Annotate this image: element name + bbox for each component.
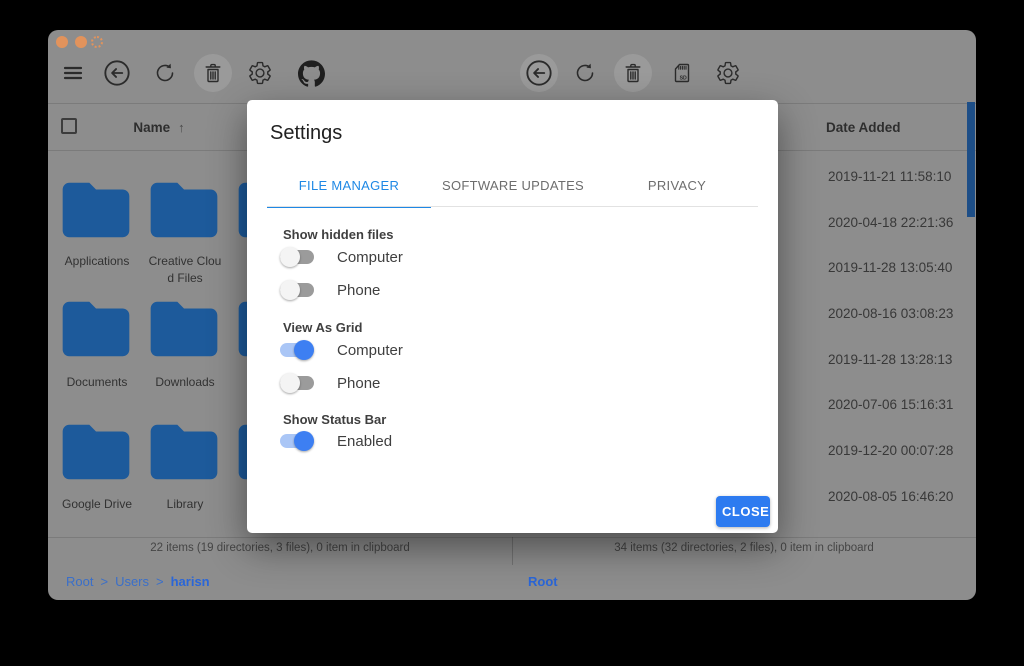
dialog-title: Settings — [270, 122, 342, 145]
name-column-label: Name — [133, 120, 170, 135]
section-heading-view-as-grid: View As Grid — [283, 320, 362, 335]
settings-dialog: Settings FILE MANAGER SOFTWARE UPDATES P… — [247, 100, 778, 533]
breadcrumb-item-users[interactable]: Users — [115, 574, 149, 589]
screen-background: SD Name ↑ Date Added Applications Creativ… — [0, 0, 1024, 666]
date-cell: 2019-11-21 11:58:10 — [828, 154, 974, 200]
date-cell: 2020-07-06 15:16:31 — [828, 382, 974, 428]
breadcrumb-item-root[interactable]: Root — [66, 574, 93, 589]
folder-label[interactable]: Applications — [53, 253, 141, 270]
status-text-right: 34 items (32 directories, 2 files), 0 it… — [512, 542, 976, 554]
date-added-column-header[interactable]: Date Added — [826, 120, 901, 135]
folder-icon[interactable] — [149, 423, 219, 481]
toggle-row-hidden-phone: Phone — [280, 280, 380, 300]
svg-text:SD: SD — [680, 76, 687, 82]
toggle-label: Computer — [337, 249, 403, 266]
date-cell: 2019-11-28 13:05:40 — [828, 245, 974, 291]
folder-icon[interactable] — [149, 181, 219, 239]
date-added-list: 2019-11-21 11:58:10 2020-04-18 22:21:36 … — [828, 154, 974, 520]
settings-icon[interactable] — [246, 59, 274, 87]
sort-ascending-icon: ↑ — [178, 120, 185, 135]
date-cell: 2019-12-20 00:07:28 — [828, 428, 974, 474]
toggle-row-hidden-computer: Computer — [280, 247, 403, 267]
toggle-switch[interactable] — [280, 280, 314, 300]
toggle-row-status-bar-enabled: Enabled — [280, 431, 392, 451]
toggle-label: Phone — [337, 375, 380, 392]
folder-icon[interactable] — [61, 423, 131, 481]
menu-icon[interactable] — [59, 59, 87, 87]
settings-tabbar: FILE MANAGER SOFTWARE UPDATES PRIVACY — [267, 166, 759, 206]
back-icon[interactable] — [103, 59, 131, 87]
toggle-label: Enabled — [337, 433, 392, 450]
toggle-switch[interactable] — [280, 373, 314, 393]
folder-label[interactable]: Creative Clou d Files — [141, 253, 229, 287]
window-control-disabled-icon — [91, 36, 103, 48]
folder-label[interactable]: Documents — [53, 374, 141, 391]
toggle-row-grid-computer: Computer — [280, 340, 403, 360]
refresh-icon[interactable] — [571, 59, 599, 87]
date-cell: 2020-04-18 22:21:36 — [828, 200, 974, 246]
trash-icon[interactable] — [619, 59, 647, 87]
tab-privacy[interactable]: PRIVACY — [595, 166, 759, 206]
breadcrumb-separator-icon: > — [100, 574, 108, 589]
close-button[interactable]: CLOSE — [716, 496, 770, 527]
name-column-header[interactable]: Name ↑ — [104, 120, 214, 135]
back-icon[interactable] — [525, 59, 553, 87]
select-all-checkbox[interactable] — [61, 118, 77, 134]
folder-icon[interactable] — [149, 300, 219, 358]
toggle-switch[interactable] — [280, 431, 314, 451]
folder-label[interactable]: Google Drive — [53, 496, 141, 513]
toggle-label: Phone — [337, 282, 380, 299]
folder-icon[interactable] — [61, 300, 131, 358]
toggle-switch[interactable] — [280, 247, 314, 267]
toggle-row-grid-phone: Phone — [280, 373, 380, 393]
sd-card-icon[interactable]: SD — [668, 59, 696, 87]
trash-icon[interactable] — [199, 59, 227, 87]
window-control-icon[interactable] — [75, 36, 87, 48]
github-icon[interactable] — [297, 59, 325, 87]
refresh-icon[interactable] — [151, 59, 179, 87]
breadcrumb-separator-icon: > — [156, 574, 164, 589]
date-cell: 2020-08-16 03:08:23 — [828, 291, 974, 337]
window-control-icon[interactable] — [56, 36, 68, 48]
date-cell: 2020-08-05 16:46:20 — [828, 474, 974, 520]
breadcrumb-item-current[interactable]: harisn — [171, 574, 210, 589]
breadcrumb-item-root[interactable]: Root — [528, 574, 558, 589]
date-added-column-label: Date Added — [826, 120, 901, 135]
settings-icon[interactable] — [714, 59, 742, 87]
toggle-label: Computer — [337, 342, 403, 359]
toggle-switch[interactable] — [280, 340, 314, 360]
scrollbar-thumb[interactable] — [967, 102, 975, 217]
section-heading-show-status-bar: Show Status Bar — [283, 412, 386, 427]
tab-file-manager[interactable]: FILE MANAGER — [267, 166, 431, 206]
folder-icon[interactable] — [61, 181, 131, 239]
folder-label[interactable]: Library — [141, 496, 229, 513]
status-text-left: 22 items (19 directories, 3 files), 0 it… — [48, 542, 512, 554]
date-cell: 2019-11-28 13:28:13 — [828, 337, 974, 383]
tab-software-updates[interactable]: SOFTWARE UPDATES — [431, 166, 595, 206]
breadcrumb: Root > Users > harisn — [66, 574, 210, 589]
breadcrumb: Root — [528, 574, 558, 589]
folder-label[interactable]: Downloads — [141, 374, 229, 391]
tab-divider — [267, 206, 758, 207]
section-heading-show-hidden-files: Show hidden files — [283, 227, 394, 242]
